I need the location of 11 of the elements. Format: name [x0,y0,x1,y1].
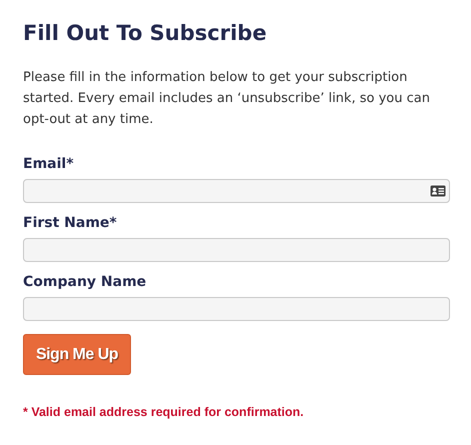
input-field[interactable] [23,238,450,262]
footnote: * Valid email address required for confirmation. [23,404,305,421]
field-label: Email* [23,155,75,173]
input-field[interactable] [23,179,450,203]
sign-up-button[interactable]: Sign Me Up [23,334,131,375]
page-title: Fill Out To Subscribe [23,20,268,47]
input-field[interactable] [23,297,450,321]
intro-paragraph: Please fill in the information below to get your subscription started. Every email includes an ‘unsubscribe’ link, so you can opt-out at any time. [23,69,431,129]
field-label: First Name* [23,214,118,232]
field-label: Company Name [23,273,148,291]
contact-card-icon[interactable] [430,185,446,197]
